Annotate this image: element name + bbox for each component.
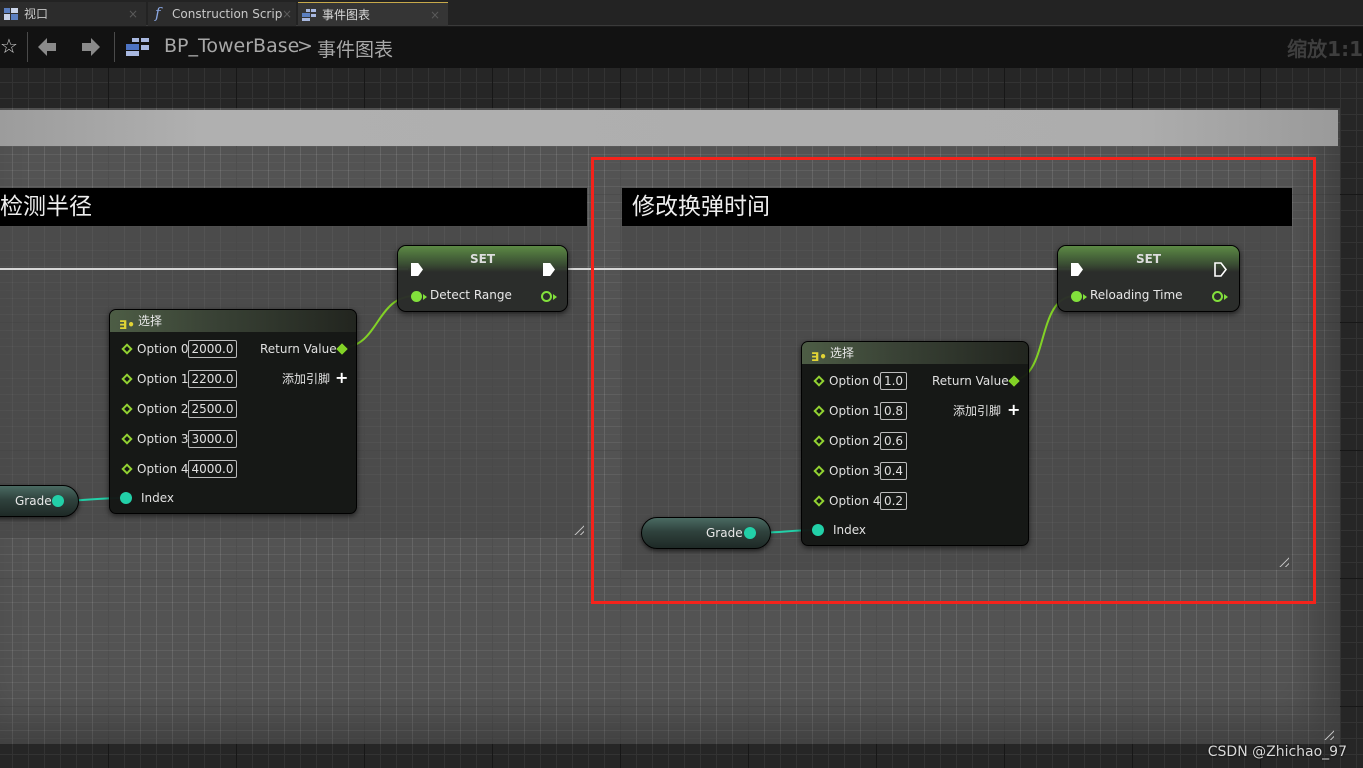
divider [27, 32, 28, 62]
exec-wire [0, 268, 408, 270]
breadcrumb-graph[interactable]: 事件图表 [317, 35, 393, 62]
close-icon[interactable]: × [282, 2, 292, 26]
breadcrumb-separator: > [297, 35, 313, 57]
blueprint-graph-icon [126, 38, 149, 56]
get-grade-node[interactable]: Grade [0, 485, 79, 517]
close-icon[interactable]: × [430, 3, 440, 27]
option-value-input[interactable]: 4000.0 [188, 460, 237, 478]
comment-title[interactable]: 检测半径 [0, 188, 587, 226]
tab-event-graph[interactable]: 事件图表 × [298, 2, 448, 26]
tab-construction-script[interactable]: f Construction Scrip × [148, 2, 296, 26]
close-icon[interactable]: × [128, 2, 138, 26]
variable-label: Grade [15, 494, 52, 508]
resize-handle-icon[interactable] [572, 523, 584, 535]
add-pin-label[interactable]: 添加引脚 [282, 369, 330, 389]
option-label: Option 4 [137, 462, 189, 476]
outer-comment-header[interactable] [0, 110, 1338, 146]
select-node-detect-range[interactable]: ∃• 选择 Option 0 2000.0 Return Value Optio… [109, 309, 357, 514]
option-row: Option 0 2000.0 Return Value [110, 339, 356, 359]
favorite-star-icon[interactable]: ☆ [0, 34, 18, 58]
node-title: SET [398, 246, 567, 272]
float-output-pin[interactable] [541, 291, 552, 302]
breadcrumb-bar: ☆ BP_TowerBase > 事件图表 缩放1:1 [0, 27, 1363, 68]
option-value-input[interactable]: 3000.0 [188, 430, 237, 448]
tab-viewport[interactable]: 视口 × [0, 2, 146, 26]
tab-label: Construction Scrip [172, 7, 283, 21]
zoom-level-label: 缩放1:1 [1287, 37, 1363, 61]
tab-bar: 视口 × f Construction Scrip × 事件图表 × [0, 0, 1363, 26]
set-node-detect-range[interactable]: SET Detect Range [397, 245, 568, 312]
option-pin[interactable] [121, 433, 133, 445]
option-value-input[interactable]: 2500.0 [188, 400, 237, 418]
index-label: Index [141, 491, 175, 505]
function-icon: f [155, 4, 161, 22]
pin-arrow-icon [423, 294, 427, 300]
option-row: Option 1 2200.0 添加引脚 + [110, 368, 356, 389]
option-row: Option 3 3000.0 [110, 429, 356, 449]
highlight-annotation-box [591, 157, 1316, 604]
option-pin[interactable] [121, 373, 133, 385]
event-graph-icon [302, 9, 316, 21]
float-input-pin[interactable] [411, 291, 422, 302]
resize-handle-icon[interactable] [1322, 728, 1334, 740]
node-header[interactable]: ∃• 选择 [110, 310, 356, 332]
grade-output-pin[interactable] [52, 495, 64, 507]
index-row: Index [110, 488, 356, 508]
option-label: Option 3 [137, 432, 189, 446]
option-label: Option 0 [137, 342, 189, 356]
variable-label: Detect Range [430, 288, 512, 302]
select-icon: ∃• [119, 318, 135, 332]
option-pin[interactable] [121, 403, 133, 415]
option-value-input[interactable]: 2000.0 [188, 340, 237, 358]
add-pin-plus-icon[interactable]: + [335, 368, 348, 388]
return-value-pin[interactable] [336, 343, 348, 355]
tab-label: 视口 [24, 7, 49, 21]
index-pin[interactable] [120, 492, 132, 504]
blueprint-editor: 视口 × f Construction Scrip × 事件图表 × ☆ BP_… [0, 0, 1363, 768]
option-pin[interactable] [121, 343, 133, 355]
option-value-input[interactable]: 2200.0 [188, 370, 237, 388]
option-label: Option 2 [137, 402, 189, 416]
forward-arrow-icon[interactable] [80, 38, 100, 56]
watermark: CSDN @Zhichao_97 [1207, 744, 1347, 760]
return-value-label: Return Value [260, 342, 337, 356]
node-title: 选择 [138, 314, 163, 328]
pin-arrow-icon [553, 294, 557, 300]
breadcrumb-blueprint[interactable]: BP_TowerBase [164, 35, 299, 57]
back-arrow-icon[interactable] [38, 38, 58, 56]
option-pin[interactable] [121, 463, 133, 475]
viewport-icon [4, 8, 18, 20]
tab-label: 事件图表 [322, 8, 371, 22]
option-row: Option 4 4000.0 [110, 459, 356, 479]
option-row: Option 2 2500.0 [110, 399, 356, 419]
option-label: Option 1 [137, 372, 189, 386]
divider [114, 32, 115, 62]
